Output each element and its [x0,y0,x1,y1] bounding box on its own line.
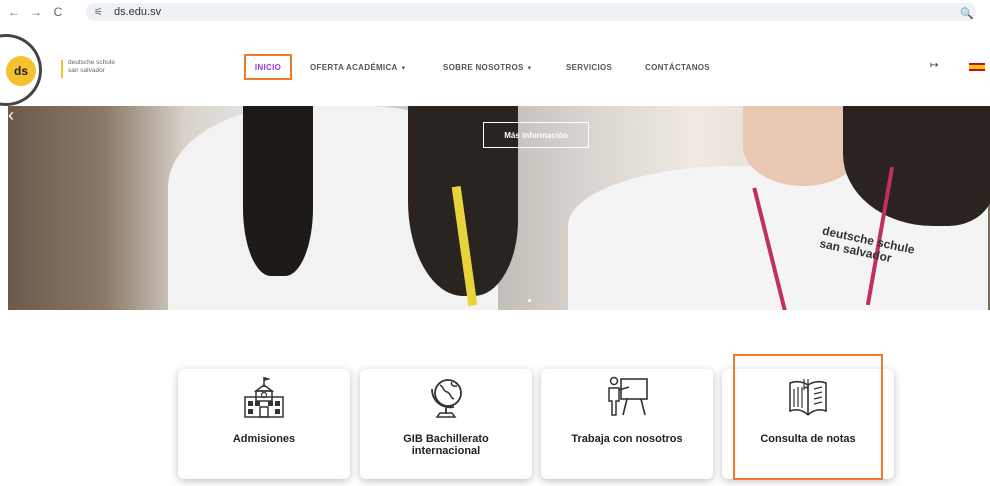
chevron-down-icon: ▾ [527,65,532,72]
highlight-box-consulta [733,354,883,480]
nav-item-servicios[interactable]: SERVICIOS [566,63,612,72]
logo-text[interactable]: deutsche schule san salvador [68,59,115,75]
school-building-icon [244,377,284,418]
card-label-gib-line-1: GIB Bachillerato [403,433,489,445]
zoom-icon[interactable]: 🔍 [960,7,974,20]
browser-toolbar: ← → C ⚟ ds.edu.sv 🔍 [0,0,990,24]
logo-divider [61,60,63,78]
forward-icon[interactable]: → [28,4,44,20]
back-icon[interactable]: ← [6,4,22,20]
spain-flag-icon[interactable] [969,63,985,71]
url-text[interactable]: ds.edu.sv [114,6,161,18]
mas-informacion-button[interactable]: Más información [483,122,589,148]
nav-item-sobre-nosotros[interactable]: SOBRE NOSOTROS ▾ [443,63,531,72]
logo-icon[interactable]: ds [6,56,36,86]
nav-item-oferta-academica[interactable]: OFERTA ACADÉMICA ▾ [310,63,405,72]
nav-label-oferta: OFERTA ACADÉMICA [310,63,398,72]
chevron-down-icon: ▾ [401,65,406,72]
nav-item-inicio[interactable]: INICIO [244,54,292,80]
login-icon[interactable]: ↦ [930,60,938,71]
site-info-icon[interactable]: ⚟ [94,6,108,18]
card-label-gib-line-2: internacional [411,445,481,457]
card-label-gib: GIB Bachillerato internacional [403,433,489,457]
reload-icon[interactable]: C [50,4,66,20]
card-label-trabaja: Trabaja con nosotros [571,433,683,445]
logo-line-2: san salvador [68,67,105,74]
nav-item-contactanos[interactable]: CONTÁCTANOS [645,63,710,72]
card-admisiones[interactable]: Admisiones [178,369,350,479]
teacher-board-icon [608,376,648,416]
card-label-admisiones: Admisiones [232,433,296,445]
hero-hair-left [243,106,313,276]
nav-label-sobre: SOBRE NOSOTROS [443,63,524,72]
logo-mark-text: ds [13,64,28,78]
globe-icon [431,379,462,418]
carousel-prev-icon[interactable]: ‹ [8,106,14,124]
carousel-dot[interactable] [528,299,531,302]
hero-banner: deutsche schule san salvador ‹ Más infor… [8,106,990,310]
logo-line-1: deutsche schule [68,59,115,66]
card-gib-bachillerato[interactable]: GIB Bachillerato internacional [360,369,532,479]
card-trabaja-con-nosotros[interactable]: Trabaja con nosotros [541,369,713,479]
site-header: ds deutsche schule san salvador INICIO O… [0,24,990,106]
address-bar[interactable]: ⚟ ds.edu.sv 🔍 [86,3,976,21]
